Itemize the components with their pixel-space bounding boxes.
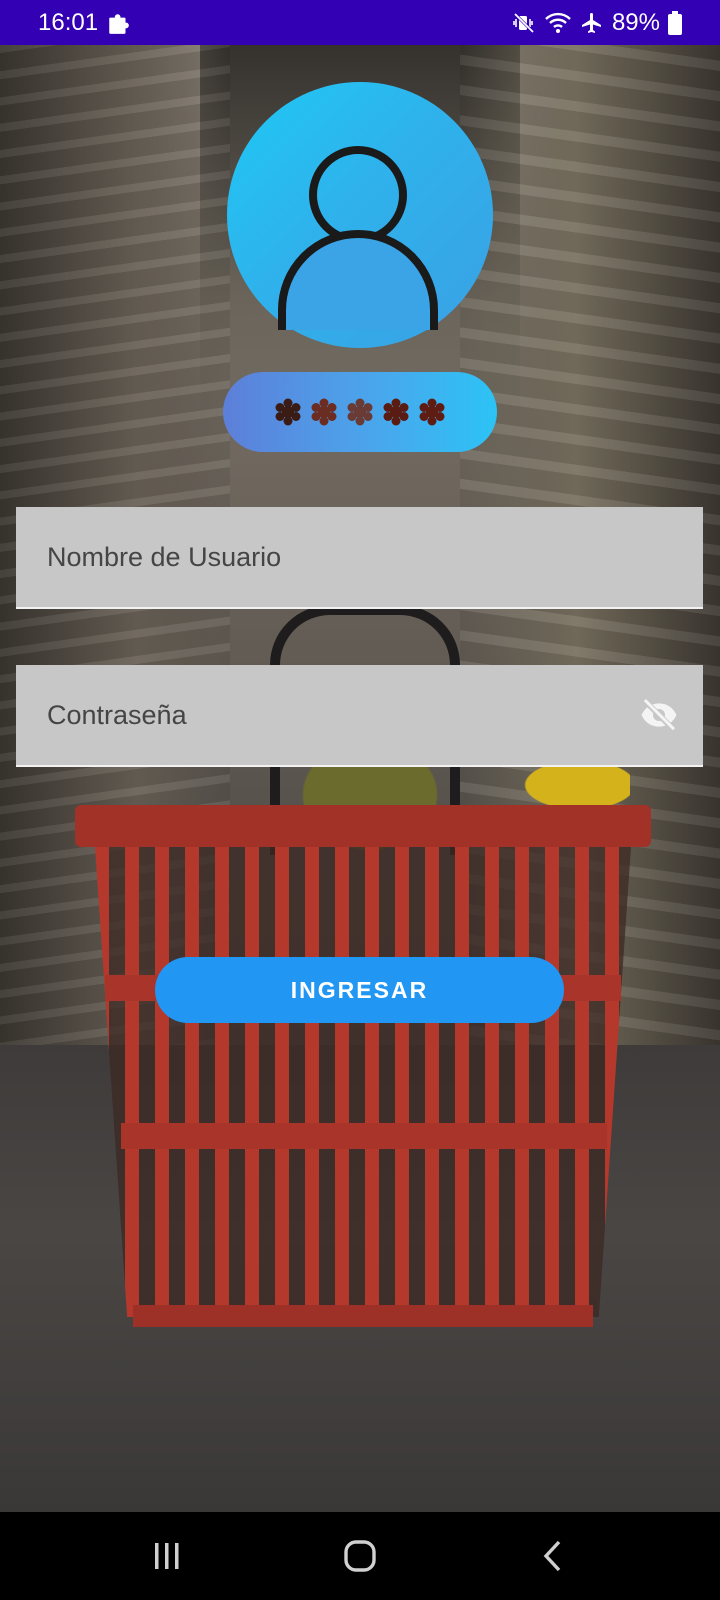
battery-icon: [668, 10, 682, 35]
status-bar: 16:01 89%: [0, 0, 720, 45]
battery-percent: 89%: [611, 8, 660, 36]
password-input[interactable]: [47, 699, 637, 731]
pin-indicator: [223, 372, 497, 452]
asterisk-icon: [275, 398, 301, 426]
home-icon[interactable]: [320, 1526, 400, 1586]
asterisk-icon: [347, 398, 373, 426]
asterisk-icon: [419, 398, 445, 426]
mute-vibrate-icon: [512, 11, 536, 35]
status-right: 89%: [512, 9, 682, 37]
basket-bottom: [133, 1305, 593, 1327]
basket-rim: [75, 805, 651, 847]
back-icon[interactable]: [513, 1526, 593, 1586]
status-time: 16:01: [38, 8, 99, 36]
username-field[interactable]: [16, 507, 703, 609]
username-input[interactable]: [47, 541, 681, 573]
status-left: 16:01: [38, 9, 132, 37]
wifi-icon: [544, 11, 572, 35]
eye-off-icon[interactable]: [637, 693, 681, 737]
puzzle-icon: [106, 10, 132, 36]
login-screen: 16:01 89% Nombre de Usuario INGRESAR: [0, 0, 720, 1600]
asterisk-icon: [311, 398, 337, 426]
basket-band: [121, 1123, 607, 1149]
recent-apps-icon[interactable]: [127, 1526, 207, 1586]
shopping-basket: [75, 805, 651, 1345]
basket-body: [95, 847, 631, 1317]
user-avatar-icon: [227, 82, 493, 348]
airplane-mode-icon: [580, 11, 604, 35]
password-field[interactable]: [16, 665, 703, 767]
asterisk-icon: [383, 398, 409, 426]
login-button[interactable]: INGRESAR: [155, 957, 564, 1023]
navigation-bar: [0, 1512, 720, 1600]
